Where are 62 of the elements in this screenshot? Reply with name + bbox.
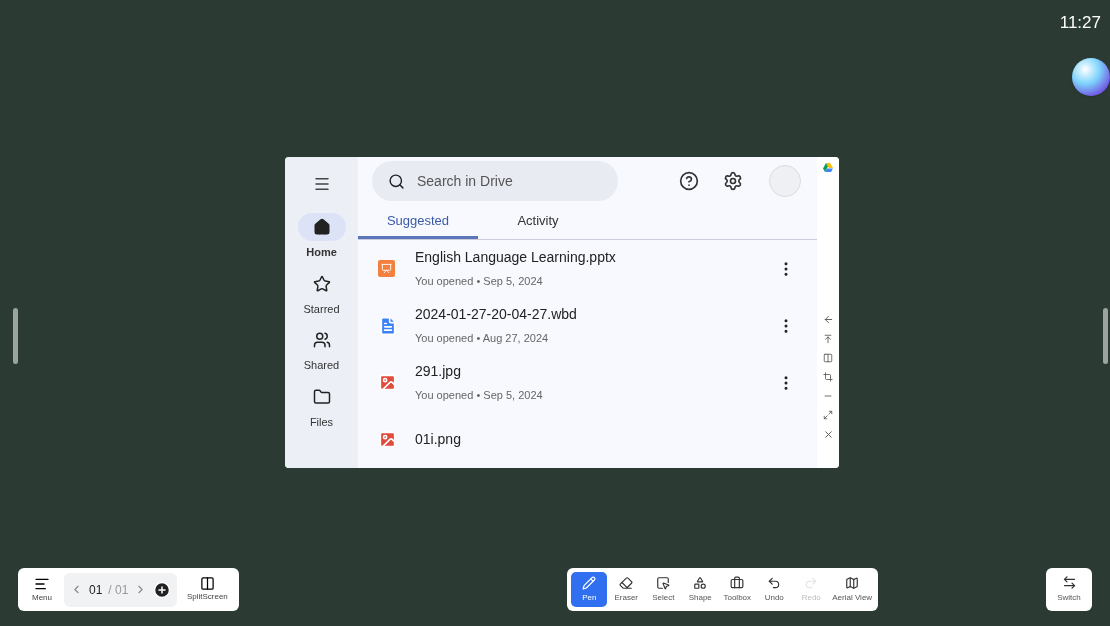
document-file-icon xyxy=(378,315,398,336)
map-icon xyxy=(845,575,860,590)
split-icon xyxy=(199,576,215,591)
file-detail: You opened • Sep 5, 2024 xyxy=(415,274,544,290)
close-icon[interactable] xyxy=(822,429,834,440)
swap-icon xyxy=(1061,575,1077,590)
search-icon xyxy=(388,172,405,190)
settings-icon[interactable] xyxy=(723,171,743,192)
file-detail: You opened • Aug 27, 2024 xyxy=(415,331,550,347)
side-handle[interactable] xyxy=(1103,308,1108,364)
menu-icon[interactable] xyxy=(312,175,331,193)
clock: 11:27 xyxy=(1059,12,1101,34)
tab[interactable]: Suggested xyxy=(358,205,478,239)
page-total: / 01 xyxy=(108,581,129,599)
tool-button[interactable]: Undo xyxy=(756,572,793,607)
nav-item[interactable] xyxy=(297,213,346,241)
search-field[interactable]: Search in Drive xyxy=(372,161,618,202)
file-name[interactable]: 2024-01-27-20-04-27.wbd xyxy=(415,304,777,326)
home-icon xyxy=(312,218,331,236)
tool-button[interactable]: Select xyxy=(645,572,682,607)
expand-icon[interactable] xyxy=(823,410,833,420)
split-screen-button[interactable]: SplitScreen xyxy=(183,576,232,603)
redo-icon xyxy=(804,575,819,590)
tool-button[interactable]: Eraser xyxy=(608,572,645,607)
back-arrow-icon[interactable] xyxy=(822,314,834,325)
tool-button[interactable]: Aerial View xyxy=(830,572,875,607)
help-icon[interactable] xyxy=(679,171,699,192)
current-page: 01 xyxy=(89,581,103,599)
nav-label: Shared xyxy=(303,358,340,373)
cursor-square-icon xyxy=(656,575,671,590)
shapes-icon xyxy=(693,575,708,590)
tab[interactable]: Activity xyxy=(478,205,598,239)
pin-top-icon[interactable] xyxy=(823,334,833,344)
split-icon[interactable] xyxy=(823,353,833,363)
star-icon xyxy=(312,274,331,293)
tool-button[interactable]: Pen xyxy=(571,572,608,607)
add-page-icon[interactable] xyxy=(153,580,172,599)
nav-label: Home xyxy=(306,245,337,260)
folder-icon xyxy=(312,387,331,406)
side-handle[interactable] xyxy=(13,308,18,364)
nav-label: Starred xyxy=(303,301,340,317)
people-icon xyxy=(312,331,331,349)
triangle-logo-icon xyxy=(823,163,833,172)
menu-button[interactable]: Menu xyxy=(26,575,58,604)
search-input[interactable]: Search in Drive xyxy=(417,170,587,192)
image-file-icon xyxy=(378,430,397,449)
file-name[interactable]: 01i.png xyxy=(415,429,795,450)
slides-file-icon xyxy=(378,260,395,277)
file-detail: You opened • Sep 5, 2024 xyxy=(415,388,544,404)
eraser-icon xyxy=(619,575,634,590)
file-name[interactable]: 291.jpg xyxy=(415,361,777,383)
tool-button[interactable]: Shape xyxy=(682,572,719,607)
pencil-icon xyxy=(582,575,597,590)
image-file-icon xyxy=(378,373,397,392)
crop-icon[interactable] xyxy=(823,372,833,382)
switch-button[interactable]: Switch xyxy=(1046,568,1092,611)
undo-icon xyxy=(767,575,782,590)
file-name[interactable]: English Language Learning.pptx xyxy=(415,247,777,269)
tool-button[interactable]: Toolbox xyxy=(719,572,756,607)
toolbox-icon xyxy=(730,575,745,590)
assistant-orb-icon[interactable] xyxy=(1072,58,1110,96)
nav-label: Files xyxy=(309,414,334,430)
